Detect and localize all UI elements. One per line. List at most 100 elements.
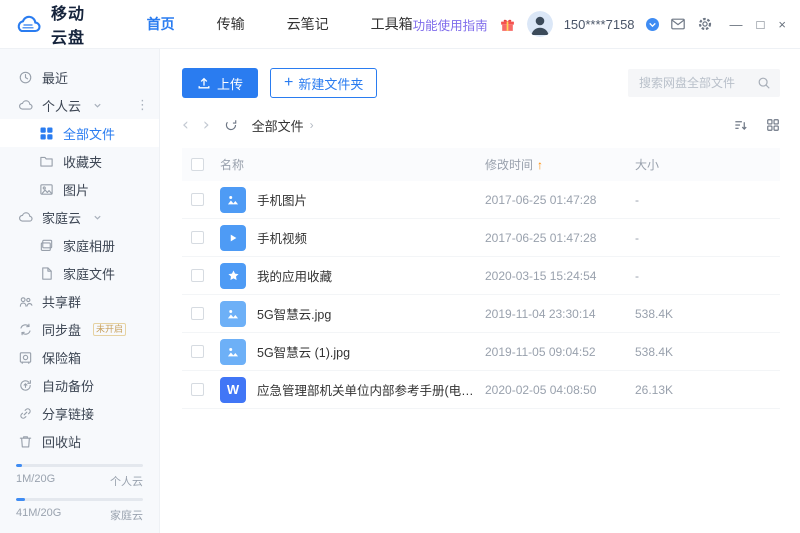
upload-button[interactable]: 上传 [182,68,258,98]
file-modified-time: 2019-11-05 09:04:52 [485,345,635,359]
new-folder-button[interactable]: + 新建文件夹 [270,68,377,98]
minimize-button[interactable]: — [730,18,743,31]
file-modified-time: 2017-06-25 01:47:28 [485,193,635,207]
maximize-button[interactable]: □ [757,18,765,31]
storage-bar [16,464,143,467]
sidebar-item-label: 个人云 [42,96,81,115]
file-modified-time: 2020-02-05 04:08:50 [485,383,635,397]
avatar[interactable] [527,11,553,37]
breadcrumb-separator: › [310,118,314,132]
sidebar-item-pictures[interactable]: 图片 [0,175,159,203]
storage-meter-personal: 1M/20G 个人云 [16,464,143,489]
cloud-icon [18,98,33,113]
sidebar-item-label: 家庭文件 [63,264,115,283]
file-name[interactable]: 我的应用收藏 [257,266,332,285]
sidebar-item-sync-drive[interactable]: 同步盘未开启 [0,315,159,343]
row-checkbox[interactable] [191,383,204,396]
tab-toolbox[interactable]: 工具箱 [371,14,413,34]
sidebar-item-all-files[interactable]: 全部文件 [0,119,159,147]
clock-icon [18,70,33,85]
row-checkbox[interactable] [191,307,204,320]
app-window: 移动云盘 首页 传输 云笔记 工具箱 功能使用指南 150****7158 — [0,0,800,533]
gift-icon[interactable] [499,16,516,33]
file-name[interactable]: 手机视频 [257,228,307,247]
storage-section: 1M/20G个人云41M/20G家庭云 [0,453,159,533]
refresh-icon[interactable] [224,118,238,132]
sidebar-item-shared-groups[interactable]: 共享群 [0,287,159,315]
account-number[interactable]: 150****7158 [564,17,635,32]
file-name[interactable]: 手机图片 [257,190,307,209]
header-size[interactable]: 大小 [635,156,780,173]
table-row[interactable]: W应急管理部机关单位内部参考手册(电子版).docx2020-02-05 04:… [182,371,780,409]
topbar-right: 功能使用指南 150****7158 — □ × [413,11,786,37]
row-checkbox[interactable] [191,193,204,206]
search-icon[interactable] [757,76,771,90]
chevron-down-icon[interactable] [93,101,102,110]
sidebar-item-recycle-bin[interactable]: 回收站 [0,427,159,453]
image-file-icon [220,339,246,365]
chevron-down-icon[interactable] [93,213,102,222]
sidebar-item-safe-box[interactable]: 保险箱 [0,343,159,371]
file-name[interactable]: 5G智慧云 (1).jpg [257,342,350,361]
safe-icon [18,350,33,365]
sidebar-item-family-files[interactable]: 家庭文件 [0,259,159,287]
search-input[interactable] [637,75,751,91]
table-row[interactable]: 5G智慧云.jpg2019-11-04 23:30:14538.4K [182,295,780,333]
sidebar-item-family-cloud[interactable]: 家庭云 [0,203,159,231]
file-size: 538.4K [635,345,780,359]
row-checkbox[interactable] [191,231,204,244]
breadcrumb[interactable]: 全部文件 › [252,116,314,135]
file-modified-time: 2020-03-15 15:24:54 [485,269,635,283]
tab-cloud-notes[interactable]: 云笔记 [287,14,329,34]
select-all-checkbox[interactable] [191,158,204,171]
sidebar-item-label: 家庭云 [42,208,81,227]
folder-icon [39,154,54,169]
main-content: 上传 + 新建文件夹 ‹ › [160,49,800,533]
sidebar-item-personal-cloud[interactable]: 个人云 ⋮ [0,91,159,119]
usage-guide-link[interactable]: 功能使用指南 [413,15,488,34]
table-row[interactable]: 我的应用收藏2020-03-15 15:24:54- [182,257,780,295]
cloud-icon [18,210,33,225]
row-checkbox[interactable] [191,345,204,358]
file-name[interactable]: 5G智慧云.jpg [257,304,331,323]
table-row[interactable]: 5G智慧云 (1).jpg 2019-11-05 09:04:52538.4K [182,333,780,371]
sidebar-item-favorites[interactable]: 收藏夹 [0,147,159,175]
more-menu-icon[interactable]: ⋮ [136,97,149,113]
sync-icon [18,322,33,337]
sidebar-item-auto-backup[interactable]: 自动备份 [0,371,159,399]
trash-icon [18,434,33,449]
sidebar-item-share-links[interactable]: 分享链接 [0,399,159,427]
close-button[interactable]: × [778,18,786,31]
sort-order-icon[interactable] [733,118,748,133]
table-row[interactable]: 手机视频 2017-06-25 01:47:28- [182,219,780,257]
logo[interactable]: 移动云盘 [14,0,89,48]
sidebar-item-recent[interactable]: 最近 [0,63,159,91]
breadcrumb-current[interactable]: 全部文件 [252,116,304,135]
table-header: 名称 修改时间 ↑ 大小 [182,148,780,181]
storage-label: 个人云 [110,473,143,489]
table-row[interactable]: 手机图片2017-06-25 01:47:28- [182,181,780,219]
album-icon [39,238,54,253]
tab-home[interactable]: 首页 [147,14,175,34]
row-checkbox[interactable] [191,269,204,282]
file-modified-time: 2017-06-25 01:47:28 [485,231,635,245]
sidebar-item-family-album[interactable]: 家庭相册 [0,231,159,259]
file-size: - [635,231,780,245]
forward-icon[interactable]: › [203,117,210,134]
member-dropdown-icon[interactable] [646,18,659,31]
folder-star-icon [220,263,246,289]
file-name[interactable]: 应急管理部机关单位内部参考手册(电子版).docx [257,380,485,399]
toolbar: 上传 + 新建文件夹 [182,68,780,98]
mail-icon[interactable] [670,16,686,32]
sidebar-items: 最近个人云 ⋮ 全部文件收藏夹图片家庭云家庭相册家庭文件共享群同步盘未开启保险箱自动… [0,49,159,453]
header-time[interactable]: 修改时间 ↑ [485,156,635,173]
file-size: 538.4K [635,307,780,321]
header-name[interactable]: 名称 [220,156,485,173]
file-size: 26.13K [635,383,780,397]
settings-gear-icon[interactable] [697,16,713,32]
search-box[interactable] [628,69,780,97]
tab-transfer[interactable]: 传输 [217,14,245,34]
back-icon[interactable]: ‹ [182,117,189,134]
grid-view-icon[interactable] [766,118,780,132]
storage-used: 1M/20G [16,473,55,489]
